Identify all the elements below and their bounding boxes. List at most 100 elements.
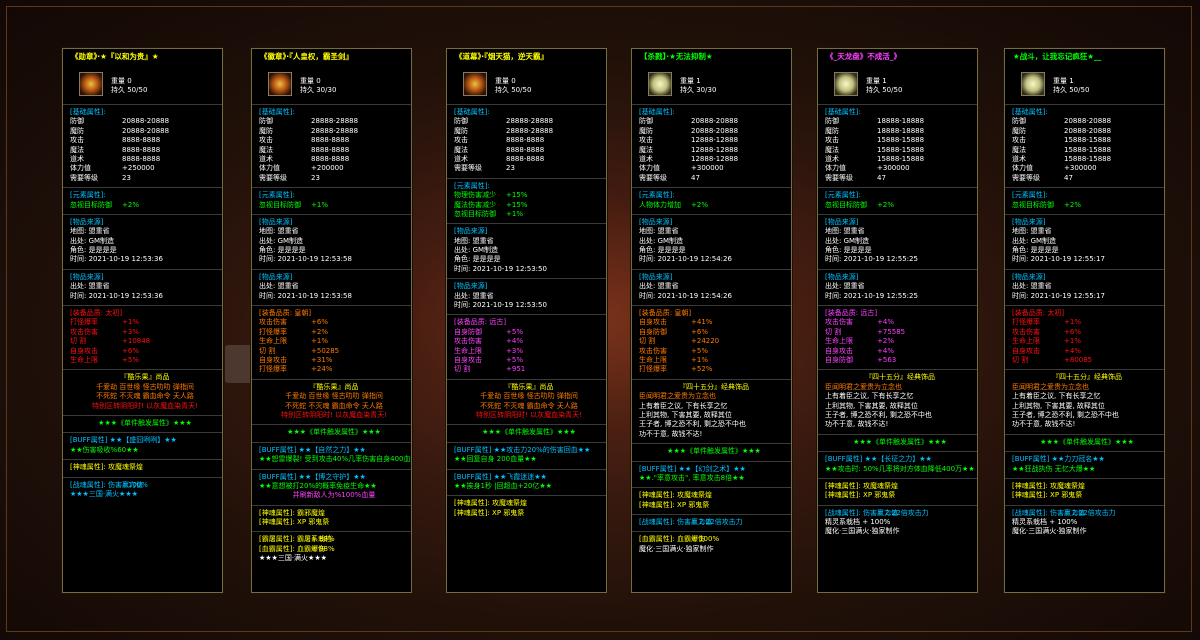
- attribute-row: 防御 20888-20888: [1012, 117, 1162, 126]
- attribute-row: 地图: 盟重省: [454, 237, 604, 246]
- attribute-section: ★★★《单件触发属性》★★★: [63, 414, 222, 432]
- attribute-row: 魔化·三国满火·独家制作: [639, 545, 789, 554]
- attribute-value: +4%: [877, 346, 894, 355]
- scroll-icon[interactable]: [648, 72, 672, 96]
- item-tooltip-card[interactable]: 【杀戮】·★无法抑制★ 重量 1 持久 30/30 [基础属性]: 防御 20888-20…: [631, 48, 792, 593]
- attribute-text: ★★伤害吸收%60★★: [70, 445, 139, 454]
- attribute-row: 体力值 +300000: [825, 164, 975, 173]
- attribute-text: 特别区转阴阳时! 以灰魔血染青天!: [281, 410, 387, 419]
- item-header: 重量 1 持久 50/50: [818, 64, 977, 104]
- attribute-row: 特别区转阴阳时! 以灰魔血染青天!: [454, 411, 604, 420]
- attribute-row: [神魂属性]: XP 邪鬼祭: [259, 518, 409, 527]
- attribute-row: [装备品质: 皇朝]: [639, 309, 789, 318]
- item-durability: 持久 50/50: [866, 86, 903, 95]
- attribute-row: 魔法 15888-15888: [1012, 146, 1162, 155]
- attribute-value: 18888-18888: [877, 126, 925, 135]
- attribute-row: 魔法 8888-8888: [259, 146, 409, 155]
- attribute-row: [物品来源]: [825, 218, 975, 227]
- attribute-text: [基础属性]:: [454, 108, 490, 116]
- attribute-value: +300000: [691, 164, 724, 173]
- attribute-section: [基础属性]: 防御 28888-28888 魔防 28888-28888 攻击 8888-…: [252, 104, 411, 187]
- attribute-row: 魔防 20888-20888: [639, 127, 789, 136]
- badge-icon[interactable]: [268, 72, 292, 96]
- attribute-value: +75585: [877, 327, 906, 336]
- attribute-value: +2%: [122, 200, 139, 209]
- attribute-text: [神魂属性]: XP 邪鬼祭: [259, 518, 330, 527]
- item-title: 《_天龙盘》不成活_》: [826, 52, 901, 61]
- flame-icon[interactable]: [463, 72, 487, 96]
- item-weight-durability: 重量 0 持久 30/30: [300, 77, 336, 96]
- attribute-text: 上利其物, 下害其要, 故释其位: [639, 410, 732, 419]
- attribute-value: +5%: [691, 346, 708, 355]
- item-weight: 重量 0: [495, 77, 516, 85]
- attribute-row: 魔法 15888-15888: [825, 146, 975, 155]
- attribute-row: [物品来源]: [825, 273, 975, 282]
- attribute-row: 魔化·三国满火·独家制作: [825, 527, 975, 536]
- attribute-text: 并刷新敌人为%100%血量: [292, 491, 376, 500]
- attribute-label: 魔法: [1012, 145, 1026, 154]
- medal-icon[interactable]: [79, 72, 103, 96]
- attribute-section: ★★★《单件触发属性》★★★: [818, 433, 977, 451]
- attribute-label: 道术: [70, 154, 84, 163]
- attribute-text: 上利其物, 下害其要, 故释其位: [1012, 401, 1105, 410]
- attribute-row: 魔法 12888-12888: [639, 146, 789, 155]
- item-tooltip-card[interactable]: 《勋章》·★『以和为贵』★ 重量 0 持久 50/50 [基础属性]: 防御 20888-…: [62, 48, 223, 593]
- attribute-row: [元素属性]:: [454, 182, 604, 191]
- attribute-section: [BUFF属性] ★★攻击力20%的伤害回血★★ ★★回复自身 200血量★★: [447, 441, 606, 469]
- attribute-value: 28888-28888: [506, 126, 554, 135]
- attribute-row: [霸屠属性]: 霸屠系栽档+ 88%: [259, 535, 409, 544]
- attribute-text: [物品来源]: [70, 217, 104, 226]
- attribute-label: 攻击伤害: [825, 318, 853, 327]
- attribute-value: +300000: [1064, 164, 1097, 173]
- attribute-text: 时间: 2021-10-19 12:55:17: [1012, 291, 1105, 300]
- attribute-section: [物品来源] 地图: 盟重省 出处: GM制造 角色: 是是是是 时间: 2021-10…: [818, 213, 977, 269]
- attribute-row: 出处: 盟重省: [825, 282, 975, 291]
- attribute-row: [元素属性]:: [1012, 191, 1162, 200]
- talisman-icon[interactable]: [1021, 72, 1045, 96]
- item-tooltip-card[interactable]: 《_天龙盘》不成活_》 重量 1 持久 50/50 [基础属性]: 防御 18888-18…: [817, 48, 978, 593]
- attribute-text: ★★."率意攻击", 率意攻击8倍★★: [639, 473, 745, 482]
- attribute-value: +5%: [506, 355, 523, 364]
- attribute-label: 切 割: [259, 346, 276, 355]
- attribute-section: [元素属性]: 物理伤害减少 +15% 魔法伤害减少 +15% 忽视目标防御 +1%: [447, 177, 606, 224]
- attribute-value: 20888-20888: [1064, 117, 1112, 126]
- attribute-row: [物品来源]: [454, 282, 604, 291]
- attribute-label: 攻击: [1012, 136, 1026, 145]
- attribute-text: 臣闻明君之爱贵为立念也: [639, 392, 716, 401]
- item-title: 《勋章》·★『以和为贵』★: [71, 52, 159, 61]
- item-tooltip-card[interactable]: 《徽章》·『人皇权，霸圣剑』 重量 0 持久 30/30 [基础属性]: 防御 28888…: [251, 48, 412, 593]
- attribute-row: [战魂属性]: 伤害赢力值+ 2.22倍攻击力: [1012, 509, 1162, 518]
- attribute-text: [物品来源]: [1012, 272, 1046, 281]
- attribute-label: 攻击伤害: [639, 346, 667, 355]
- rune-icon[interactable]: [834, 72, 858, 96]
- attribute-row: 物理伤害减少 +15%: [454, 191, 604, 200]
- attribute-label: 魔法伤害减少: [454, 200, 496, 209]
- attribute-row: 臣闻明君之爱贵为立念也: [825, 383, 975, 392]
- item-tooltip-card[interactable]: ★战斗，让我忘记疯狂★__ 重量 1 持久 50/50 [基础属性]: 防御 20888-…: [1004, 48, 1165, 593]
- attribute-label: [战魂属性]: 伤害赢力值: [1012, 508, 1086, 517]
- attribute-value: +3%: [506, 346, 523, 355]
- attribute-row: [基础属性]:: [259, 108, 409, 117]
- attribute-value: +24220: [691, 337, 720, 346]
- attribute-text: [元素属性]:: [1012, 191, 1048, 200]
- attribute-row: 防御 28888-28888: [259, 117, 409, 126]
- attribute-section: [基础属性]: 防御 28888-28888 魔防 28888-28888 攻击 8888-…: [447, 104, 606, 178]
- attribute-label: 道术: [259, 154, 273, 163]
- attribute-section: ★★★《单件触发属性》★★★: [1005, 433, 1164, 451]
- attribute-label: 自身防御: [639, 327, 667, 336]
- attribute-text: ★★★《单件触发属性》★★★: [287, 428, 381, 437]
- item-tooltip-card[interactable]: 《道幕》·『烟天猫，逆天霸』 重量 0 持久 50/50 [基础属性]: 防御 28888…: [446, 48, 607, 593]
- attribute-row: 需要等级 47: [1012, 174, 1162, 183]
- attribute-value: 15888-15888: [1064, 136, 1112, 145]
- attribute-section: [物品来源] 出处: 盟重省 时间: 2021-10-19 12:55:25: [818, 268, 977, 305]
- attribute-row: 时间: 2021-10-19 12:53:36: [70, 292, 220, 301]
- attribute-label: 忽视目标防御: [1012, 200, 1054, 209]
- attribute-value: +52%: [691, 365, 713, 374]
- attribute-row: 时间: 2021-10-19 12:55:17: [1012, 292, 1162, 301]
- attribute-text: [装备品质: 皇朝]: [639, 309, 692, 318]
- attribute-row: [物品来源]: [1012, 218, 1162, 227]
- attribute-label: 攻击: [825, 136, 839, 145]
- attribute-text: ★★攻击时: 50%几率将对方体血降低400万★★: [825, 464, 975, 473]
- attribute-text: [BUFF属性] ★★【自然之力】★★: [259, 445, 366, 454]
- attribute-row: 不死蛇 不灭魂 霸血命令 夭人路: [70, 392, 220, 401]
